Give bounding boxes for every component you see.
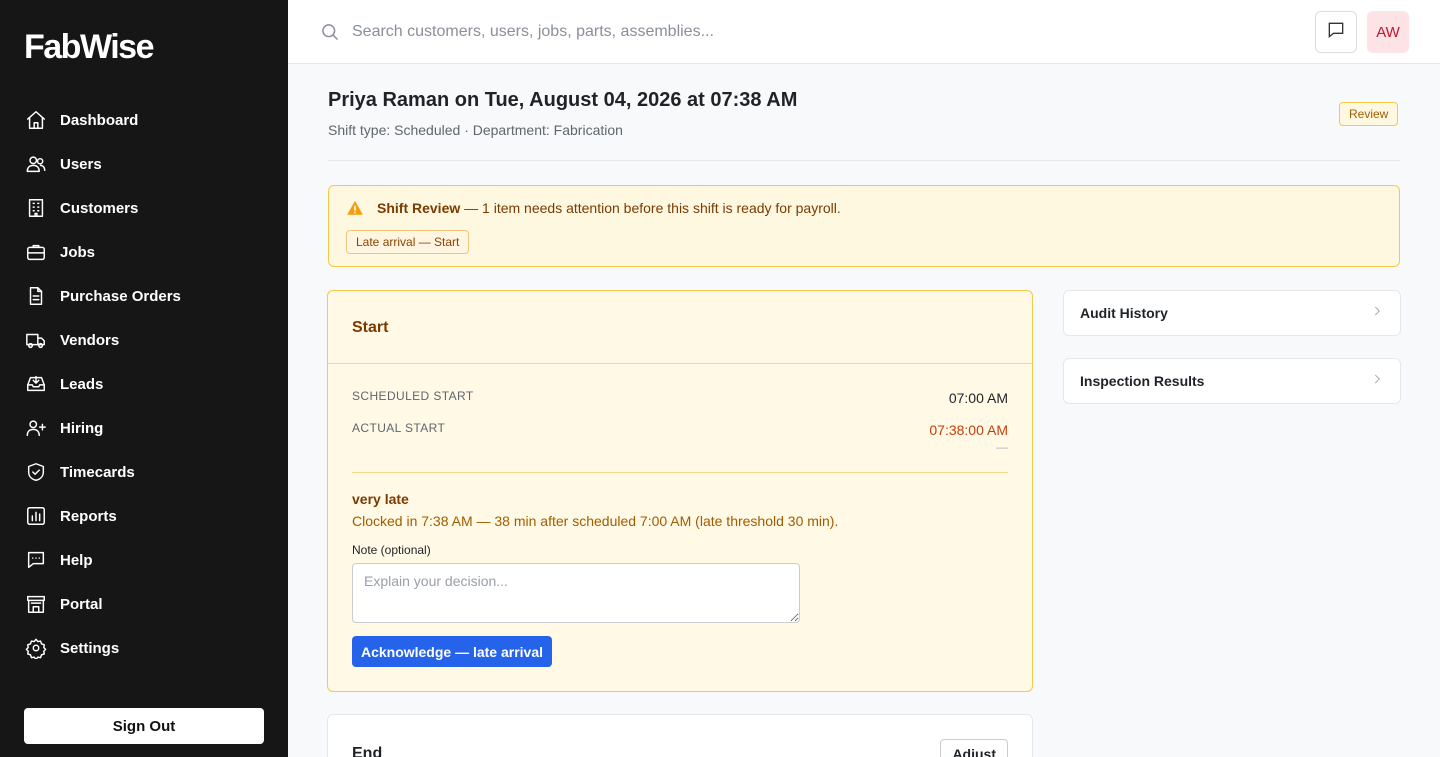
avatar[interactable]: AW — [1367, 11, 1409, 53]
bar-chart-icon — [24, 504, 48, 528]
actual-start-value: 07:38:00 AM — [929, 422, 1008, 438]
users-icon — [24, 152, 48, 176]
sign-out-button[interactable]: Sign Out — [24, 708, 264, 744]
gear-icon — [24, 636, 48, 660]
sidebar-item-hiring[interactable]: Hiring — [24, 406, 264, 450]
alert-title: Shift Review — [377, 200, 461, 216]
briefcase-icon — [24, 240, 48, 264]
page-title: Priya Raman on Tue, August 04, 2026 at 0… — [328, 89, 798, 111]
chat-icon — [24, 548, 48, 572]
sidebar-item-timecards[interactable]: Timecards — [24, 450, 264, 494]
start-card-header: Start — [328, 291, 1032, 364]
sidebar-item-label: Timecards — [60, 463, 135, 481]
sidebar-item-portal[interactable]: Portal — [24, 582, 264, 626]
messages-button[interactable] — [1315, 11, 1357, 53]
sidebar: FabWise Dashboard Users Customers Jobs P… — [0, 0, 288, 757]
sidebar-item-label: Dashboard — [60, 111, 139, 129]
acknowledge-late-arrival-button[interactable]: Acknowledge — late arrival — [352, 636, 552, 667]
alert-body: — 1 item needs attention before this shi… — [460, 200, 841, 216]
actual-start-label: ACTUAL START — [352, 421, 446, 435]
search-input[interactable] — [352, 18, 1152, 46]
sidebar-item-leads[interactable]: Leads — [24, 362, 264, 406]
header-divider — [328, 160, 1400, 161]
sidebar-item-label: Reports — [60, 507, 117, 525]
sidebar-item-settings[interactable]: Settings — [24, 626, 264, 670]
start-card-divider — [352, 472, 1008, 473]
storefront-icon — [24, 592, 48, 616]
status-badge: Review — [1339, 102, 1399, 126]
building-icon — [24, 196, 48, 220]
truck-icon — [24, 328, 48, 352]
inbox-icon — [24, 372, 48, 396]
sidebar-item-help[interactable]: Help — [24, 538, 264, 582]
audit-history-panel[interactable]: Audit History — [1063, 290, 1401, 336]
sidebar-item-customers[interactable]: Customers — [24, 186, 264, 230]
inspection-results-panel[interactable]: Inspection Results — [1063, 358, 1401, 404]
start-card: Start SCHEDULED START 07:00 AM ACTUAL ST… — [327, 290, 1033, 692]
sidebar-item-label: Help — [60, 551, 93, 569]
sidebar-item-label: Jobs — [60, 243, 96, 261]
start-card-title: Start — [352, 319, 389, 336]
shift-review-alert: Shift Review — 1 item needs attention be… — [328, 185, 1400, 267]
actual-start-subvalue: — — [996, 440, 1008, 454]
sidebar-item-label: Settings — [60, 639, 120, 657]
chevron-right-icon — [1370, 304, 1384, 323]
topbar: AW — [288, 0, 1440, 64]
chevron-right-icon — [1370, 372, 1384, 391]
sidebar-item-label: Users — [60, 155, 102, 173]
sidebar-item-dashboard[interactable]: Dashboard — [24, 98, 264, 142]
scheduled-start-label: SCHEDULED START — [352, 389, 474, 403]
sidebar-item-vendors[interactable]: Vendors — [24, 318, 264, 362]
document-icon — [24, 284, 48, 308]
chat-icon — [1326, 20, 1346, 45]
home-icon — [24, 108, 48, 132]
adjust-button[interactable]: Adjust — [940, 739, 1008, 757]
sidebar-item-users[interactable]: Users — [24, 142, 264, 186]
end-card: End Adjust — [327, 714, 1033, 757]
scheduled-start-value: 07:00 AM — [948, 390, 1008, 406]
sidebar-item-purchase-orders[interactable]: Purchase Orders — [24, 274, 264, 318]
sidebar-nav: Dashboard Users Customers Jobs Purchase … — [24, 98, 264, 670]
sidebar-item-label: Leads — [60, 375, 104, 393]
sidebar-item-label: Portal — [60, 595, 103, 613]
late-arrival-chip[interactable]: Late arrival — Start — [346, 230, 470, 254]
sidebar-item-label: Vendors — [60, 331, 120, 349]
end-card-title: End — [352, 745, 383, 757]
warning-icon — [346, 199, 364, 217]
late-status-description: Clocked in 7:38 AM — 38 min after schedu… — [352, 513, 839, 529]
note-label: Note (optional) — [352, 543, 431, 557]
sidebar-item-label: Hiring — [60, 419, 104, 437]
app-logo[interactable]: FabWise — [24, 28, 155, 67]
audit-history-label: Audit History — [1080, 305, 1168, 321]
search-icon — [320, 22, 340, 42]
page-subtitle: Shift type: Scheduled · Department: Fabr… — [328, 122, 623, 138]
late-status-title: very late — [352, 491, 409, 507]
alert-message: Shift Review — 1 item needs attention be… — [377, 200, 841, 216]
shield-check-icon — [24, 460, 48, 484]
inspection-results-label: Inspection Results — [1080, 373, 1205, 389]
user-plus-icon — [24, 416, 48, 440]
note-textarea[interactable] — [352, 563, 800, 623]
sidebar-item-reports[interactable]: Reports — [24, 494, 264, 538]
sidebar-item-jobs[interactable]: Jobs — [24, 230, 264, 274]
sidebar-item-label: Customers — [60, 199, 139, 217]
sidebar-item-label: Purchase Orders — [60, 287, 181, 305]
